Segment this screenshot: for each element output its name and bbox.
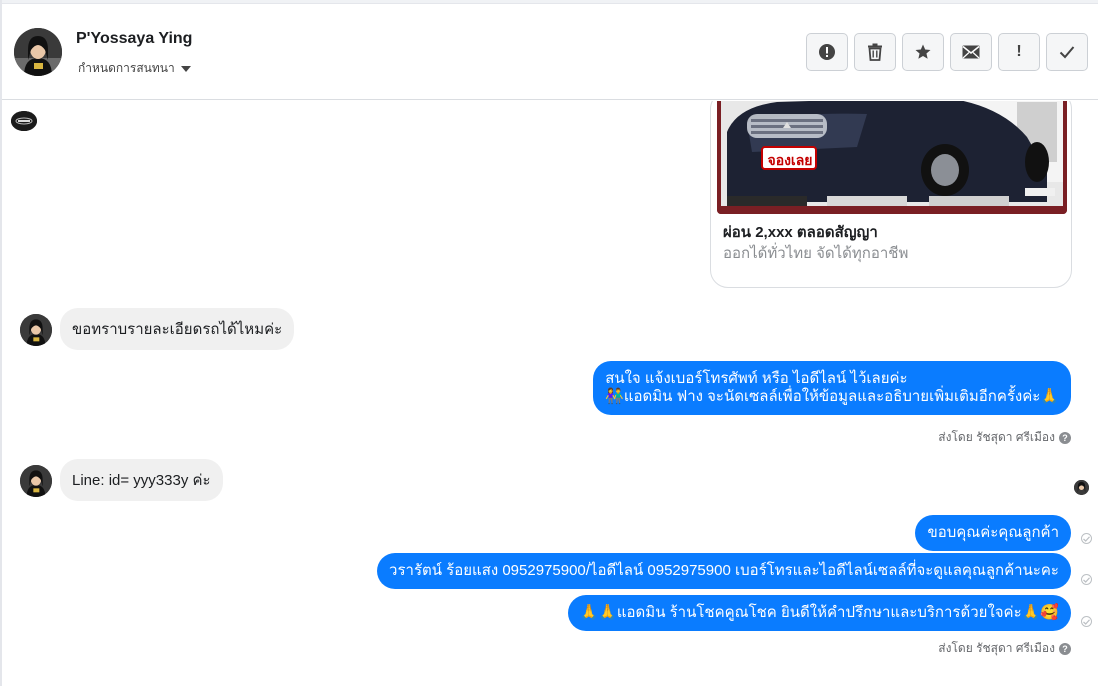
- page-avatar: [11, 111, 37, 131]
- star-button[interactable]: [902, 33, 944, 71]
- outgoing-message-bubble[interactable]: วรารัตน์ ร้อยแสง 0952975900/ไอดีไลน์ 095…: [377, 553, 1071, 589]
- exclamation-icon: !: [1016, 43, 1022, 60]
- assign-label: กำหนดการสนทนา: [78, 61, 175, 75]
- sent-by-text: ส่งโดย รัชสุดา ศรีเมือง: [938, 430, 1055, 444]
- mark-unread-button[interactable]: [950, 33, 992, 71]
- check-icon: [1059, 45, 1075, 59]
- question-circle-icon[interactable]: ?: [1059, 431, 1071, 444]
- sent-by-text: ส่งโดย รัชสุดา ศรีเมือง: [938, 641, 1055, 655]
- mark-done-button[interactable]: [1046, 33, 1088, 71]
- assign-conversation-dropdown[interactable]: กำหนดการสนทนา: [78, 59, 191, 78]
- incoming-message-bubble[interactable]: Line: id= yyy333y ค่ะ: [60, 459, 223, 501]
- delivered-check-icon: [1081, 533, 1092, 544]
- conversation-header: P'Yossaya Ying กำหนดการสนทนา !: [2, 4, 1098, 100]
- sent-by-label: ส่งโดย รัชสุดา ศรีเมือง ?: [938, 639, 1071, 658]
- car-photo: จองเลย: [717, 101, 1067, 214]
- seen-avatar: [1074, 480, 1089, 495]
- sent-by-label: ส่งโดย รัชสุดา ศรีเมือง ?: [938, 428, 1071, 447]
- contact-name[interactable]: P'Yossaya Ying: [76, 30, 192, 48]
- card-subtitle: ออกได้ทั่วไทย จัดได้ทุกอาชีพ: [723, 245, 909, 262]
- message-line: สนใจ แจ้งเบอร์โทรศัพท์ หรือ ไอดีไลน์ ไว้…: [605, 370, 908, 387]
- outgoing-message-bubble[interactable]: 🙏🙏แอดมิน ร้านโชคคูณโชค ยินดีให้คำปรึกษาแ…: [567, 595, 1071, 631]
- contact-avatar[interactable]: [14, 28, 62, 76]
- book-now-sign: จองเลย: [767, 152, 813, 168]
- delivered-check-icon: [1081, 574, 1092, 585]
- delete-button[interactable]: [854, 33, 896, 71]
- incoming-message-bubble[interactable]: ขอทราบรายละเอียดรถได้ไหมค่ะ: [60, 308, 295, 350]
- trash-icon: [867, 43, 883, 61]
- follow-up-button[interactable]: !: [998, 33, 1040, 71]
- header-actions: !: [806, 33, 1088, 71]
- contact-avatar-small: [20, 465, 52, 497]
- caret-down-icon: [180, 65, 191, 72]
- shared-post-card[interactable]: จองเลย ผ่อน 2,xxx ตลอดสัญญา ออกได้ทั่วไท…: [710, 101, 1072, 288]
- message-thread[interactable]: จองเลย ผ่อน 2,xxx ตลอดสัญญา ออกได้ทั่วไท…: [2, 101, 1098, 686]
- outgoing-message-bubble[interactable]: ขอบคุณค่ะคุณลูกค้า: [915, 515, 1071, 551]
- question-circle-icon[interactable]: ?: [1059, 642, 1071, 655]
- contact-avatar-small: [20, 314, 52, 346]
- envelope-icon: [962, 45, 980, 59]
- delivered-check-icon: [1081, 616, 1092, 627]
- alert-circle-icon: [818, 43, 836, 61]
- star-icon: [914, 43, 932, 61]
- report-spam-button[interactable]: [806, 33, 848, 71]
- outgoing-message-bubble[interactable]: สนใจ แจ้งเบอร์โทรศัพท์ หรือ ไอดีไลน์ ไว้…: [593, 361, 1071, 415]
- message-line: 👫แอดมิน ฟาง จะนัดเซลล์เพื่อให้ข้อมูลและอ…: [605, 388, 1059, 405]
